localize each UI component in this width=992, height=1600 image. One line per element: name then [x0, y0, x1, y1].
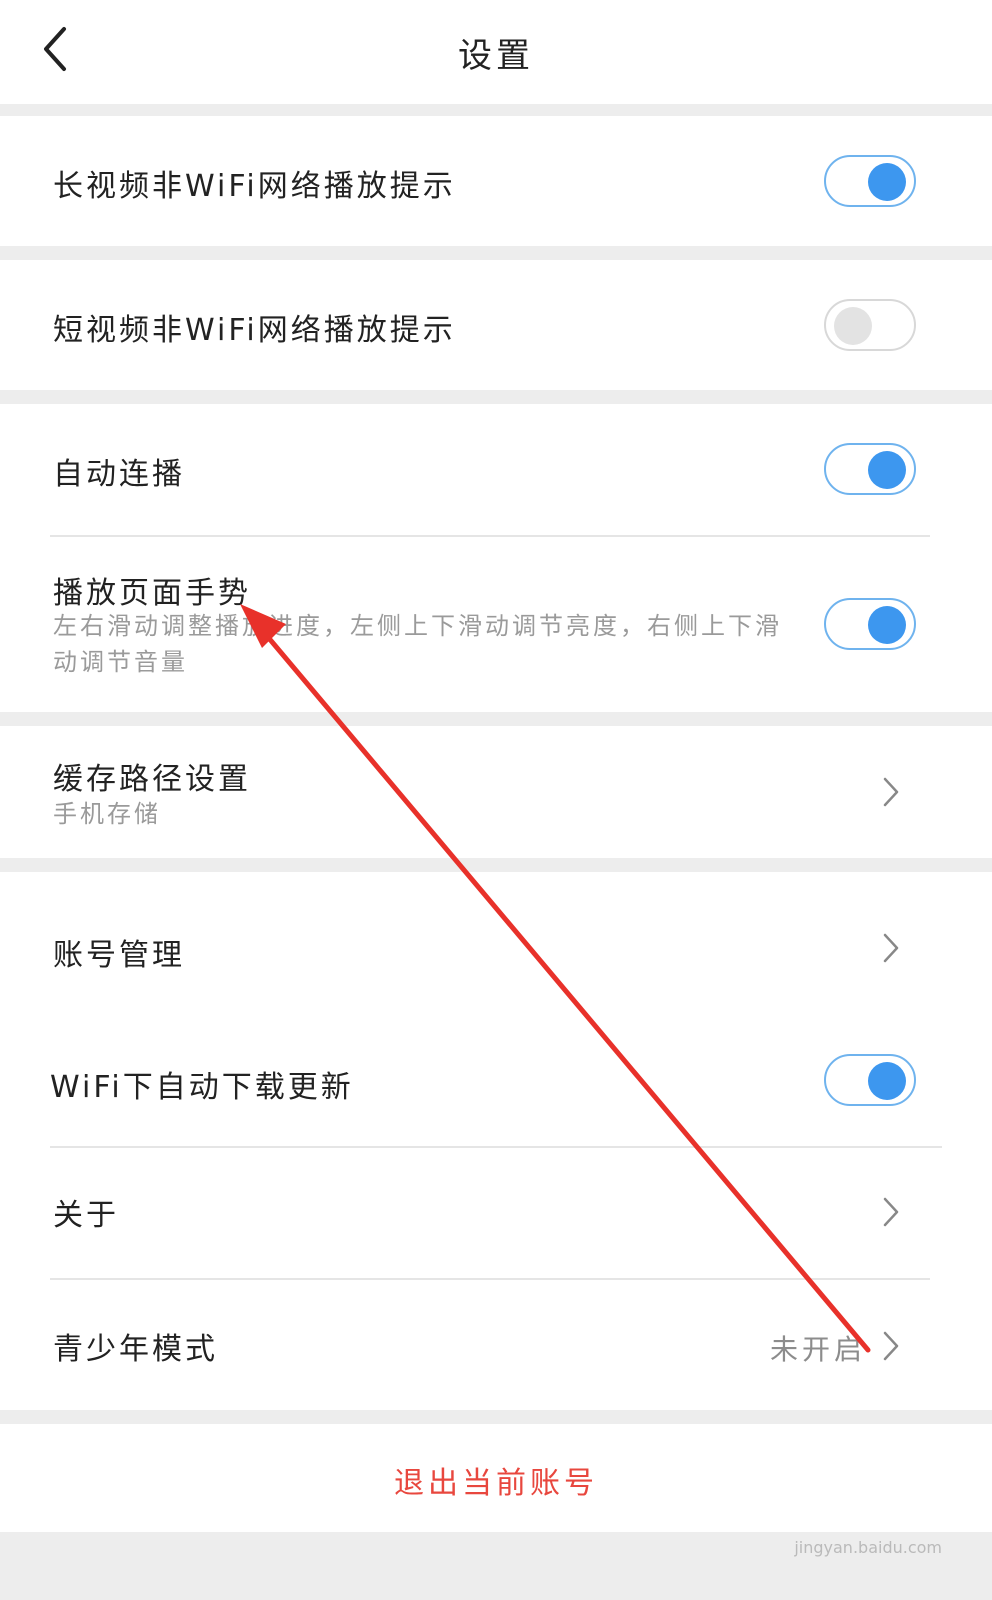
baidu-jingyan-watermark: Bai du 经验 jingyan.baidu.com [720, 1486, 942, 1557]
toggle-knob [868, 1062, 906, 1100]
watermark-url: jingyan.baidu.com [794, 1538, 942, 1557]
gesture-description: 左右滑动调整播放进度，左侧上下滑动调节亮度，右侧上下滑动调节音量 [53, 612, 782, 676]
about-label: 关于 [53, 1198, 119, 1233]
autoplay-label: 自动连播 [53, 457, 185, 492]
gesture-label: 播放页面手势 [53, 576, 251, 611]
chevron-right-icon [876, 1326, 906, 1366]
wifi-update-label: WiFi下自动下载更新 [50, 1070, 354, 1105]
wifi-update-row: WiFi下自动下载更新 [0, 1022, 992, 1146]
settings-card-playback: 自动连播 播放页面手势 左右滑动调整播放进度，左侧上下滑动调节亮度，右侧上下滑动… [0, 404, 992, 712]
wifi-update-toggle[interactable] [824, 1054, 916, 1106]
toggle-knob [868, 451, 906, 489]
page-title: 设置 [458, 36, 534, 76]
short-video-wifi-label: 短视频非WiFi网络播放提示 [53, 313, 456, 348]
autoplay-toggle[interactable] [824, 443, 916, 495]
watermark-logo: Bai du 经验 [720, 1495, 942, 1536]
settings-card-general: 账号管理 WiFi下自动下载更新 关于 青少年模式 未开启 [0, 872, 992, 1410]
settings-card-long-video: 长视频非WiFi网络播放提示 [0, 116, 992, 246]
settings-card-short-video: 短视频非WiFi网络播放提示 [0, 260, 992, 390]
long-video-wifi-toggle[interactable] [824, 155, 916, 207]
top-bar: 设置 [0, 0, 992, 104]
toggle-knob [868, 606, 906, 644]
settings-card-cache[interactable]: 缓存路径设置 手机存储 [0, 726, 992, 858]
cache-path-value: 手机存储 [53, 800, 161, 828]
account-row[interactable]: 账号管理 [0, 872, 992, 1022]
chevron-right-icon [876, 928, 906, 968]
toggle-knob [868, 163, 906, 201]
short-video-wifi-toggle[interactable] [824, 299, 916, 351]
chevron-right-icon [876, 772, 906, 812]
gesture-toggle[interactable] [824, 598, 916, 650]
long-video-wifi-label: 长视频非WiFi网络播放提示 [53, 169, 456, 204]
toggle-knob [834, 307, 872, 345]
about-row[interactable]: 关于 [0, 1148, 992, 1278]
divider [50, 535, 930, 537]
account-label: 账号管理 [53, 938, 185, 973]
teen-mode-status: 未开启 [769, 1333, 866, 1366]
teen-mode-label: 青少年模式 [53, 1332, 218, 1367]
chevron-right-icon [876, 1192, 906, 1232]
teen-mode-row[interactable]: 青少年模式 未开启 [0, 1280, 992, 1410]
cache-path-label: 缓存路径设置 [53, 762, 251, 797]
